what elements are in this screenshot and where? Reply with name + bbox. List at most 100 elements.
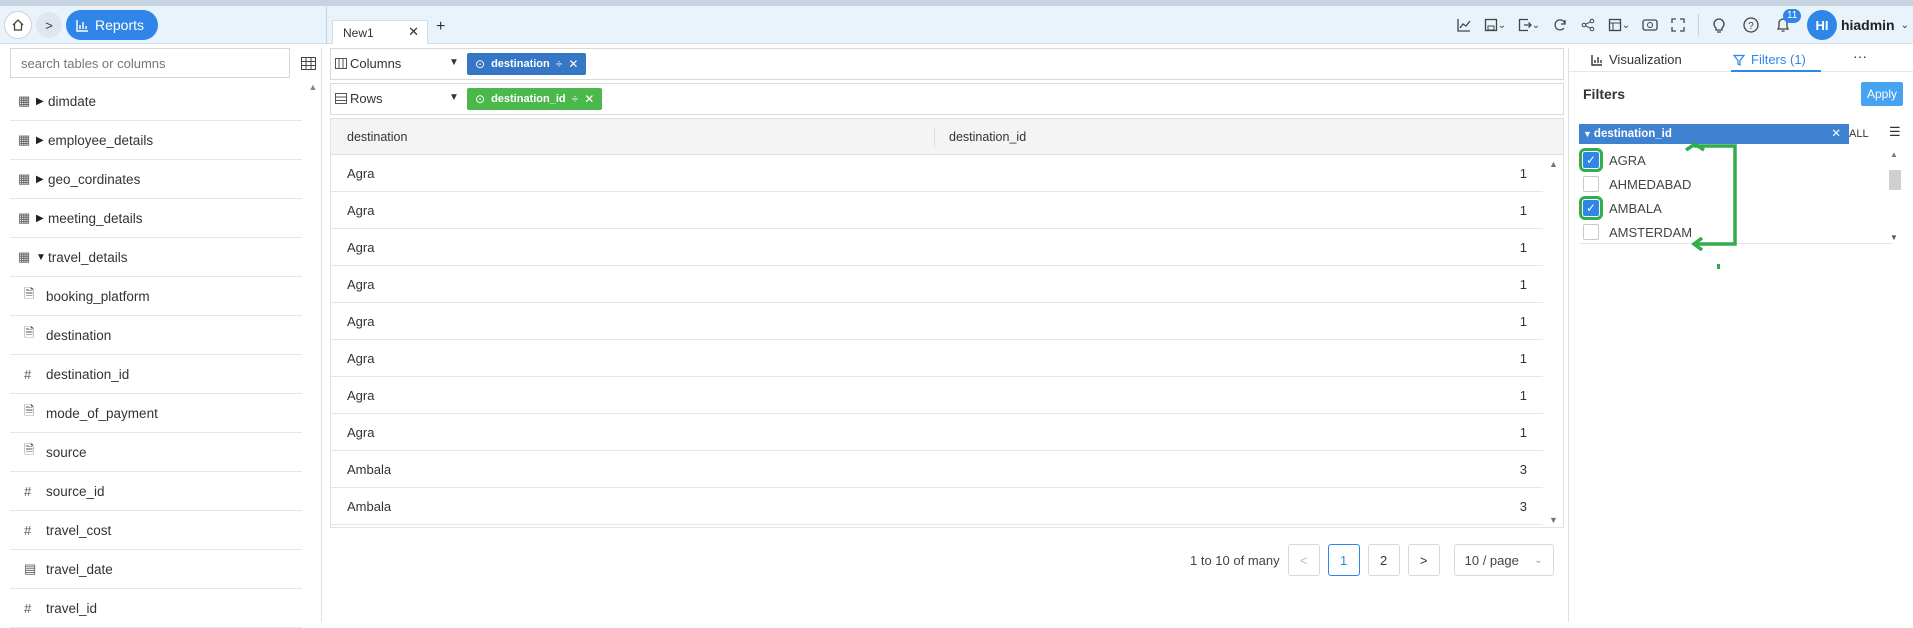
table-view-button[interactable] <box>294 48 322 78</box>
scroll-up-icon[interactable]: ▲ <box>1549 159 1558 169</box>
grid-scrollbar[interactable]: ▲ ▼ <box>1547 155 1561 527</box>
scroll-thumb[interactable] <box>1889 170 1901 190</box>
rows-shelf[interactable]: Rows ▼ ⊙ destination_id ÷ ✕ <box>330 83 1564 115</box>
filter-scrollbar[interactable]: ▲ ▼ <box>1887 148 1903 244</box>
checkbox-amsterdam[interactable] <box>1583 224 1599 240</box>
cell-destination: Agra <box>347 276 375 292</box>
column-item-mode-of-payment[interactable]: 🗎 mode_of_payment <box>10 394 302 433</box>
sort-icon[interactable]: ÷ <box>572 92 579 106</box>
search-input[interactable] <box>10 48 290 78</box>
breadcrumb-chevron-icon: > <box>36 12 62 38</box>
properties-panel: Visualization Filters (1) ··· Filters Ap… <box>1568 48 1913 622</box>
column-item-destination[interactable]: 🗎 destination <box>10 316 302 355</box>
table-row: Agra 1 <box>331 377 1543 414</box>
column-item-travel-date[interactable]: ▤ travel_date <box>10 550 302 589</box>
select-all-button[interactable]: ALL <box>1849 128 1869 140</box>
breadcrumb: > Reports <box>4 10 159 40</box>
cell-destination-id: 3 <box>1519 498 1527 514</box>
table-tree: ▦ ▶ dimdate ▦ ▶ employee_details ▦ ▶ geo_co… <box>10 82 302 628</box>
columns-shelf[interactable]: Columns ▼ ⊙ destination ÷ ✕ <box>330 48 1564 80</box>
columns-chip-destination[interactable]: ⊙ destination ÷ ✕ <box>467 53 587 75</box>
column-label: destination_id <box>46 366 130 382</box>
checkbox-ahmedabad[interactable] <box>1583 176 1599 192</box>
filter-field-header[interactable]: ▼ destination_id ✕ <box>1579 124 1849 144</box>
scroll-up-icon[interactable]: ▲ <box>1890 150 1898 159</box>
column-label: source <box>46 444 87 460</box>
filter-icon <box>1733 54 1745 66</box>
table-item-travel-details[interactable]: ▦ ▼ travel_details <box>10 238 302 277</box>
rows-chip-destination-id[interactable]: ⊙ destination_id ÷ ✕ <box>467 88 603 110</box>
table-item-geo-cordinates[interactable]: ▦ ▶ geo_cordinates <box>10 160 302 199</box>
username[interactable]: hiadmin <box>1841 17 1895 33</box>
chip-label: destination_id <box>491 93 566 105</box>
page-2-button[interactable]: 2 <box>1367 544 1400 576</box>
remove-chip-icon[interactable]: ✕ <box>584 92 594 106</box>
close-tab-icon[interactable]: ✕ <box>408 24 419 40</box>
next-page-button[interactable]: > <box>1407 544 1440 576</box>
share-icon[interactable] <box>1574 11 1602 39</box>
scroll-down-icon[interactable]: ▼ <box>1549 515 1558 525</box>
cell-destination-id: 1 <box>1519 165 1527 181</box>
header-destination-id[interactable]: destination_id <box>935 130 1026 144</box>
column-item-destination-id[interactable]: # destination_id <box>10 355 302 394</box>
list-icon[interactable]: ☰ <box>1889 124 1901 140</box>
avatar[interactable]: HI <box>1806 10 1837 40</box>
column-item-travel-cost[interactable]: # travel_cost <box>10 511 302 550</box>
layout-icon[interactable]: ⌄ <box>1602 11 1636 39</box>
fullscreen-icon[interactable] <box>1664 11 1692 39</box>
rows-dropdown-icon[interactable]: ▼ <box>449 92 459 103</box>
columns-label: Columns <box>350 56 402 71</box>
table-row: Agra 1 <box>331 340 1543 377</box>
sort-icon[interactable]: ÷ <box>556 57 563 71</box>
hash-icon: # <box>24 522 32 538</box>
hash-icon: # <box>24 600 32 616</box>
column-item-booking-platform[interactable]: 🗎 booking_platform <box>10 277 302 316</box>
page-1-button[interactable]: 1 <box>1327 544 1360 576</box>
save-icon[interactable]: ⌄ <box>1478 11 1512 39</box>
page-size-select[interactable]: 10 / page ⌄ <box>1453 544 1554 576</box>
tab-new1[interactable]: New1 ✕ <box>332 20 428 44</box>
reports-breadcrumb[interactable]: Reports <box>66 10 159 40</box>
add-tab-icon[interactable]: + <box>436 18 445 36</box>
refresh-icon[interactable] <box>1546 11 1574 39</box>
chart-icon[interactable] <box>1450 11 1478 39</box>
tab-filters-label: Filters (1) <box>1751 52 1806 67</box>
lightbulb-icon[interactable] <box>1705 11 1733 39</box>
column-item-source[interactable]: 🗎 source <box>10 433 302 472</box>
column-item-travel-id[interactable]: # travel_id <box>10 589 302 628</box>
user-menu-chevron-icon[interactable]: ⌄ <box>1901 20 1909 31</box>
table-item-meeting-details[interactable]: ▦ ▶ meeting_details <box>10 199 302 238</box>
rows-shelf-label: Rows <box>335 91 383 106</box>
tab-label: New1 <box>343 25 374 40</box>
remove-chip-icon[interactable]: ✕ <box>568 57 578 71</box>
home-button[interactable] <box>4 11 32 39</box>
column-item-source-id[interactable]: # source_id <box>10 472 302 511</box>
notifications-button[interactable]: 11 <box>1769 9 1802 39</box>
tab-filters[interactable]: Filters (1) <box>1733 52 1806 67</box>
help-icon[interactable]: ? <box>1737 11 1765 39</box>
table-item-employee-details[interactable]: ▦ ▶ employee_details <box>10 121 302 160</box>
tab-visualization[interactable]: Visualization <box>1591 52 1682 67</box>
cell-destination: Agra <box>347 387 375 403</box>
preview-icon[interactable] <box>1636 11 1664 39</box>
export-icon[interactable]: ⌄ <box>1512 11 1546 39</box>
scroll-down-icon[interactable]: ▼ <box>1890 233 1898 242</box>
sidebar-scroll-up-icon[interactable]: ▲ <box>306 82 320 92</box>
header-destination[interactable]: destination <box>331 126 935 147</box>
more-options-icon[interactable]: ··· <box>1853 48 1867 64</box>
rows-icon <box>335 93 347 104</box>
prev-page-button[interactable]: < <box>1287 544 1320 576</box>
checkbox-agra[interactable]: ✓ <box>1579 148 1603 172</box>
checkbox-ambala[interactable]: ✓ <box>1579 196 1603 220</box>
remove-filter-icon[interactable]: ✕ <box>1831 126 1841 140</box>
columns-dropdown-icon[interactable]: ▼ <box>449 57 459 68</box>
column-label: mode_of_payment <box>46 405 158 421</box>
table-item-dimdate[interactable]: ▦ ▶ dimdate <box>10 82 302 121</box>
cell-destination-id: 1 <box>1519 313 1527 329</box>
column-label: travel_cost <box>46 522 112 538</box>
column-label: source_id <box>46 483 105 499</box>
table-icon: ▦ <box>18 171 31 186</box>
pagination-summary: 1 to 10 of many <box>1190 552 1280 568</box>
apply-button[interactable]: Apply <box>1861 82 1903 106</box>
column-label: destination <box>46 327 112 343</box>
